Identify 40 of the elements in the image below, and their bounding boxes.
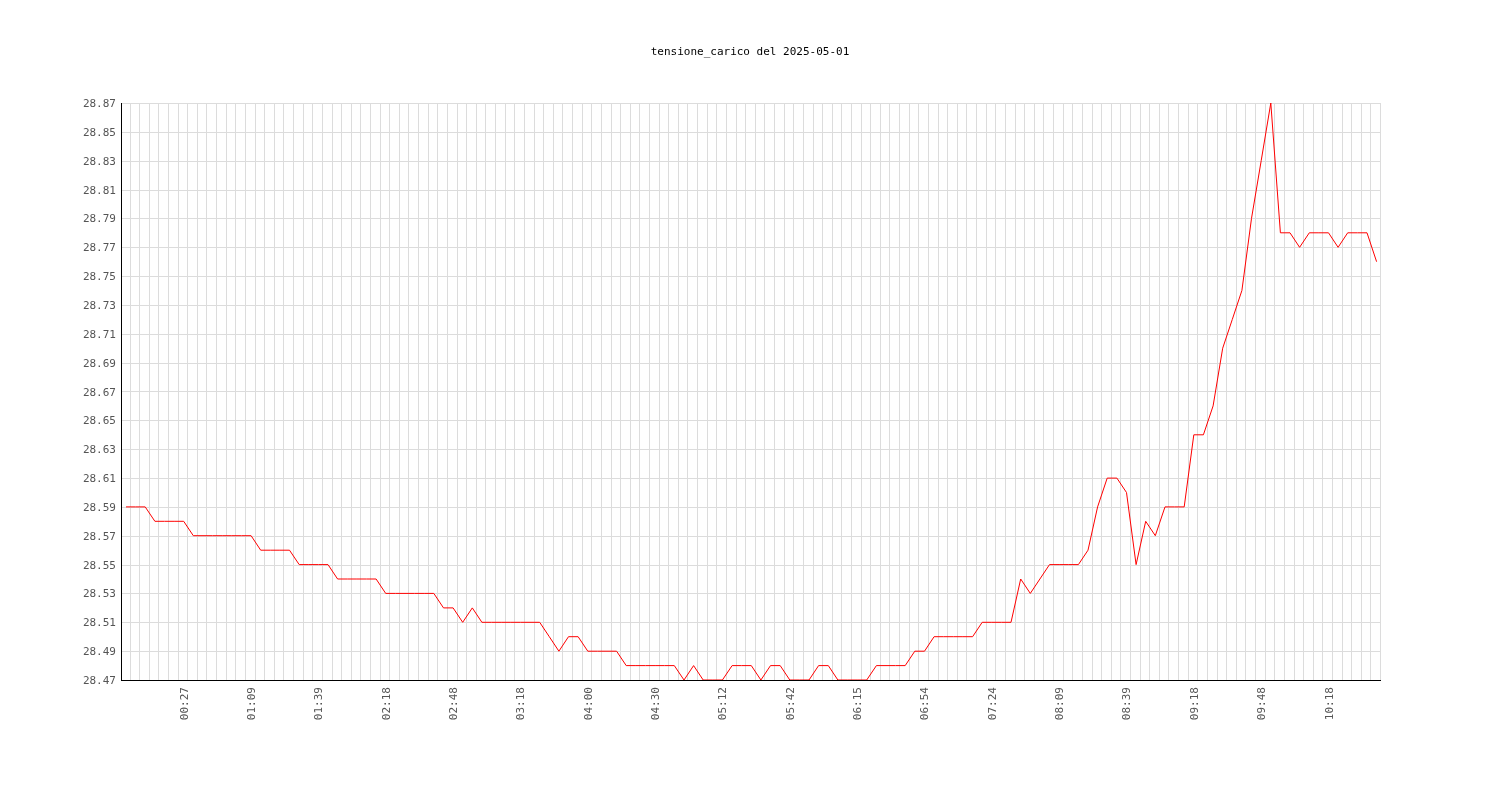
x-tick-label: 04:30 [649,687,663,721]
x-tick-label: 01:39 [312,687,326,721]
y-tick-label: 28.75 [82,270,116,284]
y-tick-label: 28.69 [82,356,116,370]
y-tick-label: 28.49 [82,645,116,659]
y-tick-label: 28.53 [82,587,116,601]
y-tick-label: 28.67 [82,385,116,399]
x-tick-label: 08:09 [1053,687,1067,721]
x-tick-label: 09:18 [1187,687,1201,721]
y-tick-label: 28.83 [82,154,116,168]
y-tick-label: 28.63 [82,443,116,457]
y-tick-label: 28.57 [82,529,116,543]
x-tick-label: 09:48 [1255,687,1269,721]
x-tick-label: 05:12 [716,687,730,721]
y-tick-label: 28.77 [82,241,116,255]
y-tick-label: 28.71 [82,327,116,341]
y-tick-label: 28.73 [82,298,116,312]
x-tick-label: 00:27 [177,687,191,721]
y-tick-label: 28.65 [82,414,116,428]
x-tick-label: 06:15 [851,687,865,721]
y-tick-label: 28.81 [82,183,116,197]
x-tick-label: 08:39 [1120,687,1134,721]
x-tick-label: 07:24 [985,687,999,721]
y-tick-label: 28.51 [82,616,116,630]
x-tick-label: 01:09 [245,687,259,721]
y-tick-label: 28.87 [82,97,116,110]
x-tick-label: 02:18 [379,687,393,721]
y-tick-label: 28.59 [82,500,116,514]
y-tick-label: 28.79 [82,212,116,226]
y-tick-label: 28.61 [82,472,116,486]
x-tick-label: 02:48 [447,687,461,721]
y-tick-label: 28.85 [82,125,116,139]
x-tick-label: 10:18 [1322,687,1336,721]
x-tick-label: 06:54 [918,687,932,721]
y-tick-label: 28.55 [82,558,116,572]
chart-title: tensione_carico del 2025-05-01 [650,45,850,58]
x-tick-label: 03:18 [514,687,528,721]
x-tick-label: 04:00 [581,687,595,721]
x-tick-label: 05:42 [783,687,797,721]
y-tick-label: 28.47 [82,674,116,687]
